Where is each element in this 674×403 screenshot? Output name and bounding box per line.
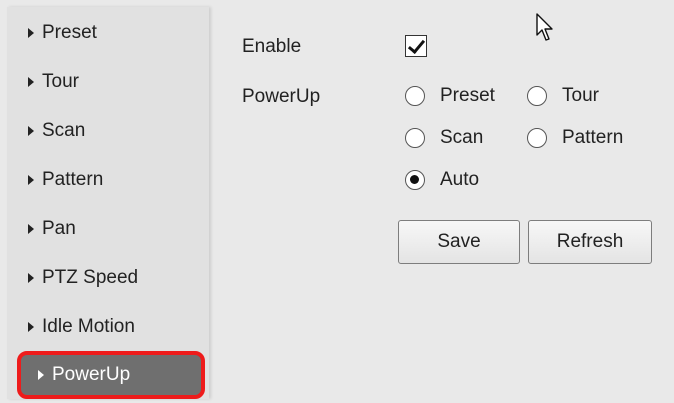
radio-button[interactable] — [527, 86, 547, 106]
sidebar-item-label: Idle Motion — [42, 316, 135, 337]
sidebar-item-label: PowerUp — [52, 364, 131, 385]
mouse-pointer-icon — [536, 13, 553, 41]
sidebar: Preset Tour Scan Pattern Pan PTZ Speed I… — [7, 7, 209, 399]
refresh-button[interactable]: Refresh — [528, 220, 652, 264]
powerup-settings-panel: Enable PowerUp Preset Tour Scan Pattern … — [209, 7, 667, 399]
powerup-option-scan[interactable]: Scan — [405, 127, 483, 149]
sidebar-item-label: PTZ Speed — [42, 267, 139, 288]
sidebar-item-label: Pan — [42, 218, 76, 239]
caret-right-icon — [28, 224, 34, 234]
sidebar-item-idle-motion[interactable]: Idle Motion — [7, 307, 209, 347]
caret-right-icon — [28, 322, 34, 332]
radio-button[interactable] — [405, 128, 425, 148]
radio-label: Pattern — [562, 127, 624, 148]
caret-right-icon — [28, 28, 34, 38]
caret-right-icon — [28, 273, 34, 283]
sidebar-item-scan[interactable]: Scan — [7, 111, 209, 151]
powerup-label: PowerUp — [242, 86, 321, 107]
radio-label: Preset — [440, 85, 495, 106]
sidebar-item-label: Tour — [42, 71, 79, 92]
powerup-option-auto[interactable]: Auto — [405, 169, 479, 191]
sidebar-item-tour[interactable]: Tour — [7, 62, 209, 102]
enable-checkbox[interactable] — [405, 35, 427, 57]
sidebar-item-preset[interactable]: Preset — [7, 13, 209, 53]
caret-right-icon — [28, 77, 34, 87]
caret-right-icon — [28, 175, 34, 185]
sidebar-item-powerup[interactable]: PowerUp — [17, 351, 205, 399]
radio-button[interactable] — [527, 128, 547, 148]
save-button[interactable]: Save — [398, 220, 520, 264]
sidebar-item-label: Scan — [42, 120, 86, 141]
sidebar-item-label: Pattern — [42, 169, 104, 190]
sidebar-item-pattern[interactable]: Pattern — [7, 160, 209, 200]
radio-button[interactable] — [405, 86, 425, 106]
sidebar-item-pan[interactable]: Pan — [7, 209, 209, 249]
enable-label: Enable — [242, 36, 302, 57]
powerup-option-tour[interactable]: Tour — [527, 85, 599, 107]
radio-label: Scan — [440, 127, 484, 148]
powerup-option-preset[interactable]: Preset — [405, 85, 495, 107]
sidebar-item-ptz-speed[interactable]: PTZ Speed — [7, 258, 209, 298]
radio-label: Auto — [440, 169, 480, 190]
powerup-option-pattern[interactable]: Pattern — [527, 127, 623, 149]
caret-right-icon — [38, 370, 44, 380]
radio-label: Tour — [562, 85, 599, 106]
caret-right-icon — [28, 126, 34, 136]
radio-button-selected[interactable] — [405, 170, 425, 190]
ptz-config-window: Preset Tour Scan Pattern Pan PTZ Speed I… — [0, 0, 674, 403]
sidebar-item-label: Preset — [42, 22, 97, 43]
checkmark-icon — [407, 35, 426, 55]
